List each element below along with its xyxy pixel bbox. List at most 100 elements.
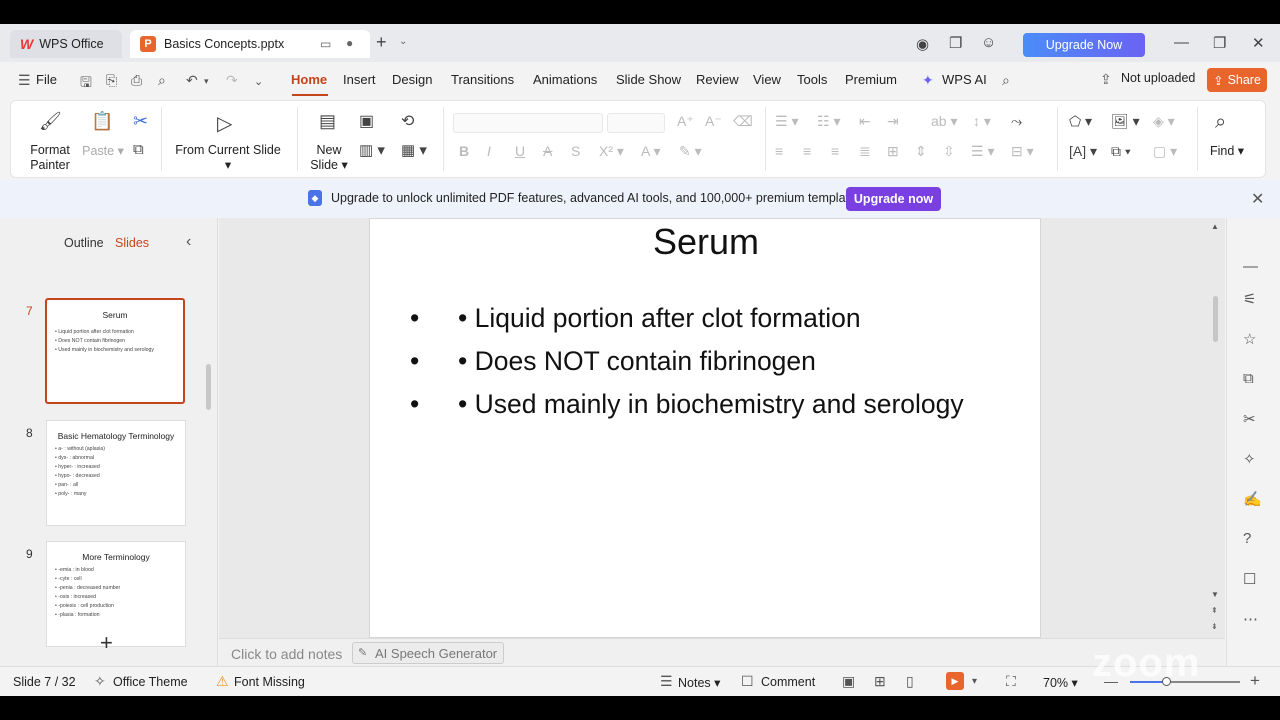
decrease-indent-icon[interactable]: ⇤	[859, 113, 871, 130]
new-tab-plus-icon[interactable]: +	[376, 32, 387, 53]
menu-file[interactable]: File	[36, 72, 57, 87]
slide-sorter-icon[interactable]: ⊞	[874, 673, 886, 690]
slide-bullet[interactable]: • Does NOT contain fibrinogen	[410, 340, 964, 383]
format-painter-button[interactable]: Format Painter	[25, 143, 75, 173]
menu-animations[interactable]: Animations	[533, 72, 597, 87]
bold-icon[interactable]: B	[459, 143, 469, 159]
paragraph-spacing-icon[interactable]: ⇳	[943, 143, 955, 160]
convert-smartart-icon[interactable]: ⤳	[1011, 113, 1022, 130]
font-missing-status[interactable]: Font Missing	[234, 675, 305, 689]
line-spacing-icon[interactable]: ⇕	[915, 143, 927, 160]
strikethrough-icon[interactable]: A	[543, 143, 552, 159]
slide-title[interactable]: Serum	[370, 221, 1042, 263]
tab-manager-icon[interactable]: ❐	[949, 34, 962, 52]
more-icon[interactable]: ⋯	[1243, 610, 1258, 628]
text-direction-icon[interactable]: ab ▾	[931, 113, 958, 130]
new-slide-button[interactable]: New Slide ▾	[307, 143, 351, 173]
tools-icon[interactable]: ✂	[1243, 410, 1256, 428]
menu-slide-show[interactable]: Slide Show	[616, 72, 681, 87]
quick-access-more-icon[interactable]: ⌄	[254, 75, 263, 88]
tab-document[interactable]: P Basics Concepts.pptx ▭ ●	[130, 30, 370, 58]
adjust-settings-icon[interactable]: ⚟	[1243, 290, 1256, 308]
upgrade-now-button[interactable]: Upgrade Now	[1023, 33, 1145, 57]
monitor-icon[interactable]: ▭	[320, 37, 331, 51]
menu-home[interactable]: Home	[291, 72, 327, 87]
add-slide-plus-icon[interactable]: +	[100, 630, 113, 656]
notes-input[interactable]: Click to add notes	[231, 646, 342, 662]
numbering-icon[interactable]: ☷ ▾	[817, 113, 840, 130]
help-icon[interactable]: ?	[1243, 530, 1251, 547]
restore-icon[interactable]: ❐	[1213, 34, 1226, 52]
zoom-in-icon[interactable]: +	[1250, 671, 1260, 691]
copy-icon[interactable]: ⧉	[133, 141, 144, 158]
reset-slide-icon[interactable]: ⟲	[401, 111, 414, 131]
picture-icon[interactable]: 🖼 ▾	[1111, 113, 1140, 130]
tab-slides[interactable]: Slides	[115, 236, 149, 250]
ai-assistant-icon[interactable]: ◉	[916, 35, 929, 53]
save-icon[interactable]: 🖫	[80, 72, 92, 96]
section-icon[interactable]: ▥ ▾	[359, 141, 385, 159]
canvas-scrollbar[interactable]: ▲ ▼ ⇞ ⇟	[1209, 218, 1223, 638]
reading-view-icon[interactable]: ▯	[906, 673, 914, 690]
shadow-text-icon[interactable]: S	[571, 143, 580, 159]
avatar[interactable]: ☺	[981, 34, 996, 51]
print-icon[interactable]: ⎙	[131, 72, 142, 89]
slide-bullet-list[interactable]: • Liquid portion after clot formation • …	[410, 297, 964, 426]
slide-7[interactable]: Serum • Liquid portion after clot format…	[369, 218, 1041, 638]
increase-font-icon[interactable]: A⁺	[677, 113, 694, 130]
slide-thumbnail-9[interactable]: More Terminology • -emia : in blood • -c…	[46, 541, 186, 647]
slideshow-chevron-icon[interactable]: ▾	[972, 676, 977, 687]
slide-thumbnail-7[interactable]: Serum • Liquid portion after clot format…	[45, 298, 185, 404]
slide-bullet[interactable]: • Liquid portion after clot formation	[410, 297, 964, 340]
paste-button[interactable]: Paste ▾	[81, 143, 125, 158]
upgrade-now-notice-button[interactable]: Upgrade now	[846, 187, 941, 211]
menu-tools[interactable]: Tools	[797, 72, 827, 87]
outline-icon[interactable]: ▢ ▾	[1153, 143, 1177, 160]
upload-status[interactable]: Not uploaded	[1121, 71, 1195, 85]
ai-speech-generator-button[interactable]: ✎ AI Speech Generator	[352, 642, 505, 664]
superscript-icon[interactable]: X² ▾	[599, 143, 624, 160]
print-preview-icon[interactable]: ⌕	[158, 72, 166, 89]
minimize-icon[interactable]: —	[1174, 34, 1189, 51]
font-size-select[interactable]	[607, 113, 665, 133]
zoom-level[interactable]: 70% ▾	[1043, 675, 1078, 690]
menu-wps-ai[interactable]: WPS AI	[942, 72, 987, 87]
design-icon[interactable]: ✧	[1243, 450, 1256, 468]
fill-icon[interactable]: ◈ ▾	[1153, 113, 1175, 130]
undo-icon[interactable]: ↶	[186, 72, 198, 89]
previous-slide-icon[interactable]: ⇞	[1211, 606, 1218, 615]
highlight-icon[interactable]: ✎ ▾	[679, 143, 702, 160]
justify-icon[interactable]: ≣	[859, 143, 871, 160]
font-color-icon[interactable]: A ▾	[641, 143, 660, 160]
notes-toggle[interactable]: Notes ▾	[678, 675, 720, 690]
normal-view-icon[interactable]: ▣	[842, 673, 855, 690]
star-icon[interactable]: ☆	[1243, 330, 1256, 348]
search-icon[interactable]: ⌕	[1002, 72, 1010, 89]
hamburger-menu-icon[interactable]: ☰	[18, 72, 31, 89]
from-current-slide-button[interactable]: From Current Slide ▾	[171, 143, 285, 172]
menu-transitions[interactable]: Transitions	[451, 72, 514, 87]
menu-view[interactable]: View	[753, 72, 781, 87]
next-slide-icon[interactable]: ⇟	[1211, 622, 1218, 631]
columns-icon[interactable]: ☰ ▾	[971, 143, 994, 160]
sort-icon[interactable]: ↕ ▾	[973, 113, 991, 130]
slideshow-play-icon[interactable]: ▶	[946, 672, 964, 690]
bullets-icon[interactable]: ☰ ▾	[775, 113, 798, 130]
fit-slide-icon[interactable]: ⛶	[1006, 673, 1016, 690]
align-center-icon[interactable]: ≡	[803, 143, 811, 159]
unsaved-dot-icon[interactable]: ●	[346, 36, 353, 50]
reuse-slides-icon[interactable]: ▦ ▾	[401, 141, 427, 159]
export-pdf-icon[interactable]: ⎘	[106, 72, 117, 89]
ai-tools-icon[interactable]: ✍	[1243, 490, 1262, 508]
slide-thumbnail-8[interactable]: Basic Hematology Terminology • a- : with…	[46, 420, 186, 526]
collapse-rail-icon[interactable]: —	[1243, 258, 1258, 275]
cut-icon[interactable]: ✂	[133, 111, 148, 132]
share-button[interactable]: ⇪ Share	[1207, 68, 1267, 92]
theme-name[interactable]: Office Theme	[113, 675, 188, 689]
font-family-select[interactable]	[453, 113, 603, 133]
arrange-icon[interactable]: ⧉ ▾	[1111, 143, 1131, 160]
decrease-font-icon[interactable]: A⁻	[705, 113, 722, 130]
textbox-icon[interactable]: [A] ▾	[1069, 143, 1097, 160]
undo-chevron-icon[interactable]: ▾	[204, 76, 209, 87]
align-left-icon[interactable]: ≡	[775, 143, 783, 159]
